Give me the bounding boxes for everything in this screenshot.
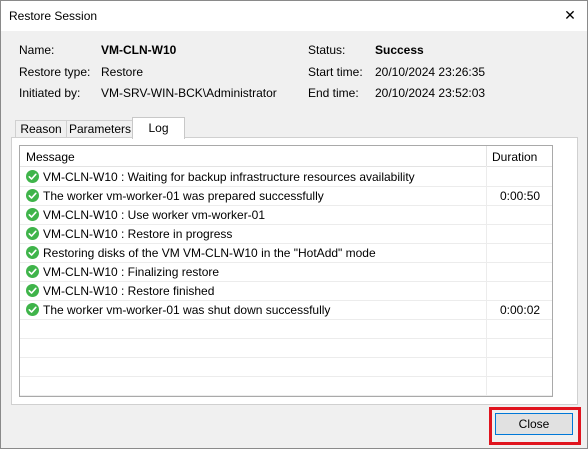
success-check-icon (26, 189, 39, 202)
start-time-label: Start time: (308, 65, 363, 79)
name-label: Name: (19, 43, 55, 57)
log-row[interactable]: Restoring disks of the VM VM-CLN-W10 in … (20, 243, 552, 263)
log-row[interactable]: VM-CLN-W10 : Restore finished (20, 281, 552, 301)
tab-reason[interactable]: Reason (15, 120, 67, 138)
restore-type-label: Restore type: (19, 65, 91, 79)
log-grid-header: Message Duration (20, 146, 552, 167)
window-close-icon[interactable]: ✕ (561, 6, 579, 24)
log-row-message: VM-CLN-W10 : Restore in progress (43, 227, 233, 241)
log-row[interactable]: VM-CLN-W10 : Finalizing restore (20, 262, 552, 282)
log-row-empty (20, 338, 552, 358)
success-check-icon (26, 303, 39, 316)
log-row[interactable]: VM-CLN-W10 : Use worker vm-worker-01 (20, 205, 552, 225)
success-check-icon (26, 170, 39, 183)
log-tab-panel: Message Duration VM-CLN-W10 : Waiting fo… (11, 137, 578, 405)
log-row-message: VM-CLN-W10 : Finalizing restore (43, 265, 220, 279)
log-row-empty (20, 319, 552, 339)
success-check-icon (26, 284, 39, 297)
column-header-duration[interactable]: Duration (492, 150, 537, 164)
tab-parameters[interactable]: Parameters (66, 120, 134, 138)
log-row-empty (20, 357, 552, 377)
log-row[interactable]: VM-CLN-W10 : Waiting for backup infrastr… (20, 167, 552, 187)
log-row[interactable]: The worker vm-worker-01 was prepared suc… (20, 186, 552, 206)
column-divider[interactable] (486, 146, 487, 166)
log-row-message: VM-CLN-W10 : Use worker vm-worker-01 (43, 208, 266, 222)
log-row-message: VM-CLN-W10 : Waiting for backup infrastr… (43, 170, 415, 184)
session-info: Name: VM-CLN-W10 Restore type: Restore I… (1, 31, 587, 113)
name-value: VM-CLN-W10 (101, 43, 177, 57)
log-row-message: Restoring disks of the VM VM-CLN-W10 in … (43, 246, 376, 260)
success-check-icon (26, 246, 39, 259)
log-row[interactable]: VM-CLN-W10 : Restore in progress (20, 224, 552, 244)
log-row-message: The worker vm-worker-01 was shut down su… (43, 303, 331, 317)
window-title: Restore Session (9, 9, 98, 23)
close-button[interactable]: Close (495, 413, 573, 435)
log-row-message: VM-CLN-W10 : Restore finished (43, 284, 215, 298)
restore-session-window: Restore Session ✕ Name: VM-CLN-W10 Resto… (0, 0, 588, 449)
start-time-value: 20/10/2024 23:26:35 (375, 65, 486, 79)
initiated-by-value: VM-SRV-WIN-BCK\Administrator (101, 86, 277, 100)
log-row-message: The worker vm-worker-01 was prepared suc… (43, 189, 324, 203)
log-row-duration: 0:00:02 (500, 303, 541, 317)
success-check-icon (26, 227, 39, 240)
initiated-by-label: Initiated by: (19, 86, 81, 100)
end-time-value: 20/10/2024 23:52:03 (375, 86, 486, 100)
log-row-empty (20, 376, 552, 396)
success-check-icon (26, 208, 39, 221)
title-bar: Restore Session ✕ (1, 1, 587, 31)
log-row[interactable]: The worker vm-worker-01 was shut down su… (20, 300, 552, 320)
tab-log[interactable]: Log (132, 117, 185, 139)
status-label: Status: (308, 43, 346, 57)
log-row-duration: 0:00:50 (500, 189, 541, 203)
column-header-message[interactable]: Message (26, 150, 75, 164)
end-time-label: End time: (308, 86, 359, 100)
log-grid[interactable]: Message Duration VM-CLN-W10 : Waiting fo… (19, 145, 553, 397)
status-value: Success (375, 43, 424, 57)
success-check-icon (26, 265, 39, 278)
restore-type-value: Restore (101, 65, 144, 79)
